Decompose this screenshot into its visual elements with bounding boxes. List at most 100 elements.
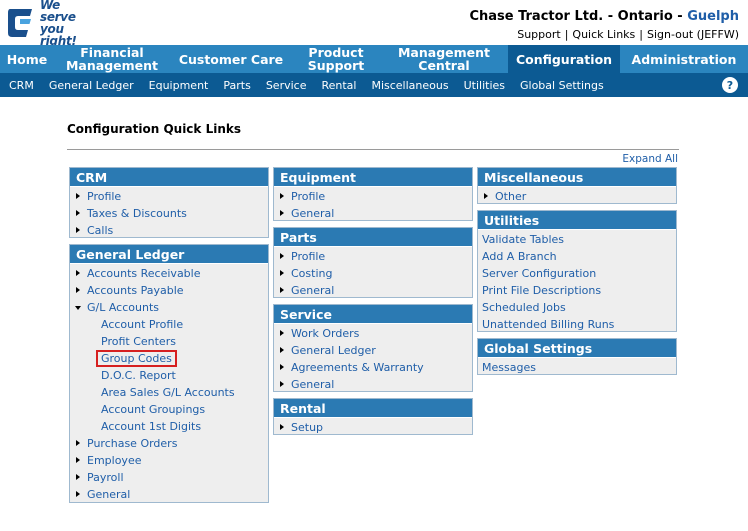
equipment-general-link[interactable]: General (274, 205, 472, 222)
expand-arrow-icon (76, 193, 80, 200)
subnav-utilities[interactable]: Utilities (455, 79, 505, 92)
panel-title: Parts (274, 228, 472, 247)
rental-setup-link[interactable]: Setup (274, 419, 472, 436)
gl-general-link[interactable]: General (70, 486, 268, 503)
server-configuration-link[interactable]: Server Configuration (478, 265, 676, 282)
account-groupings-link[interactable]: Account Groupings (70, 401, 268, 418)
expand-arrow-icon (280, 210, 284, 217)
messages-link[interactable]: Messages (478, 359, 676, 376)
print-file-descriptions-link[interactable]: Print File Descriptions (478, 282, 676, 299)
help-icon[interactable]: ? (722, 77, 738, 93)
link-label: General (87, 488, 131, 501)
gl-employee-link[interactable]: Employee (70, 452, 268, 469)
link-label: Taxes & Discounts (87, 207, 187, 220)
expand-arrow-icon (280, 270, 284, 277)
support-link[interactable]: Support (517, 28, 560, 41)
panel-title: Global Settings (478, 339, 676, 358)
link-label: Calls (87, 224, 114, 237)
profit-centers-link[interactable]: Profit Centers (70, 333, 268, 350)
subnav-parts[interactable]: Parts (214, 79, 250, 92)
sub-nav: CRM General Ledger Equipment Parts Servi… (0, 73, 748, 97)
company-name: Chase Tractor Ltd. - Ontario - (469, 9, 688, 24)
crm-calls-link[interactable]: Calls (70, 222, 268, 239)
crm-taxes-discounts-link[interactable]: Taxes & Discounts (70, 205, 268, 222)
unattended-billing-runs-link[interactable]: Unattended Billing Runs (478, 316, 676, 333)
panel-title: Rental (274, 399, 472, 418)
link-label: Setup (291, 421, 324, 434)
expand-arrow-icon (280, 330, 284, 337)
gl-purchase-orders-link[interactable]: Purchase Orders (70, 435, 268, 452)
quick-links-link[interactable]: Quick Links (572, 28, 635, 41)
service-agreements-warranty-link[interactable]: Agreements & Warranty (274, 359, 472, 376)
subnav-service[interactable]: Service (257, 79, 307, 92)
panel-title: Service (274, 305, 472, 324)
service-work-orders-link[interactable]: Work Orders (274, 325, 472, 342)
gl-accounts-expanded-link[interactable]: G/L Accounts (70, 299, 268, 316)
expand-arrow-icon (280, 253, 284, 260)
expand-arrow-icon (76, 270, 80, 277)
gl-accounts-receivable-link[interactable]: Accounts Receivable (70, 265, 268, 282)
link-label: Other (495, 190, 527, 203)
nav-product-support[interactable]: Product Support (292, 45, 380, 73)
collapse-arrow-icon (75, 305, 82, 310)
company-logo[interactable]: We serve you right! (6, 0, 98, 47)
misc-other-link[interactable]: Other (478, 188, 676, 205)
link-label: Accounts Payable (87, 284, 184, 297)
subnav-miscellaneous[interactable]: Miscellaneous (362, 79, 448, 92)
nav-home[interactable]: Home (0, 45, 54, 73)
group-codes-link[interactable]: Group Codes (96, 350, 177, 367)
panel-equipment: Equipment Profile General (273, 167, 473, 221)
expand-arrow-icon (76, 457, 80, 464)
expand-all-link[interactable]: Expand All (622, 153, 678, 165)
area-sales-gl-accounts-link[interactable]: Area Sales G/L Accounts (70, 384, 268, 401)
link-label: General Ledger (291, 344, 376, 357)
nav-financial-management[interactable]: Financial Management (54, 45, 170, 73)
service-general-ledger-link[interactable]: General Ledger (274, 342, 472, 359)
link-label: Work Orders (291, 327, 360, 340)
expand-arrow-icon (280, 287, 284, 294)
nav-management-central[interactable]: Management Central (380, 45, 508, 73)
equipment-profile-link[interactable]: Profile (274, 188, 472, 205)
gl-accounts-payable-link[interactable]: Accounts Payable (70, 282, 268, 299)
panel-title: Equipment (274, 168, 472, 187)
branch-location-link[interactable]: Guelph (687, 9, 739, 24)
subnav-equipment[interactable]: Equipment (140, 79, 209, 92)
gl-payroll-link[interactable]: Payroll (70, 469, 268, 486)
nav-customer-care[interactable]: Customer Care (170, 45, 292, 73)
expand-arrow-icon (76, 491, 80, 498)
nav-configuration[interactable]: Configuration (508, 45, 620, 73)
validate-tables-link[interactable]: Validate Tables (478, 231, 676, 248)
sign-out-link[interactable]: Sign-out (JEFFW) (647, 28, 739, 41)
parts-general-link[interactable]: General (274, 282, 472, 299)
panel-title: General Ledger (70, 245, 268, 264)
panel-miscellaneous: Miscellaneous Other (477, 167, 677, 204)
panel-crm: CRM Profile Taxes & Discounts Calls (69, 167, 269, 238)
account-profile-link[interactable]: Account Profile (70, 316, 268, 333)
expand-arrow-icon (280, 424, 284, 431)
divider (67, 149, 679, 150)
expand-arrow-icon (484, 193, 488, 200)
scheduled-jobs-link[interactable]: Scheduled Jobs (478, 299, 676, 316)
panel-title: CRM (70, 168, 268, 187)
panel-title: Utilities (478, 211, 676, 230)
subnav-crm[interactable]: CRM (0, 79, 34, 92)
crm-profile-link[interactable]: Profile (70, 188, 268, 205)
add-a-branch-link[interactable]: Add A Branch (478, 248, 676, 265)
parts-profile-link[interactable]: Profile (274, 248, 472, 265)
subnav-general-ledger[interactable]: General Ledger (40, 79, 134, 92)
account-1st-digits-link[interactable]: Account 1st Digits (70, 418, 268, 435)
expand-arrow-icon (280, 347, 284, 354)
link-label: Accounts Receivable (87, 267, 201, 280)
service-general-link[interactable]: General (274, 376, 472, 393)
group-codes-list-item: Group Codes (70, 350, 268, 367)
parts-costing-link[interactable]: Costing (274, 265, 472, 282)
doc-report-link[interactable]: D.O.C. Report (70, 367, 268, 384)
link-label: G/L Accounts (87, 301, 159, 314)
link-label: Costing (291, 267, 333, 280)
nav-administration[interactable]: Administration (620, 45, 748, 73)
subnav-rental[interactable]: Rental (312, 79, 356, 92)
top-links: Support | Quick Links | Sign-out (JEFFW) (517, 28, 739, 41)
subnav-global-settings[interactable]: Global Settings (511, 79, 604, 92)
link-label: General (291, 207, 335, 220)
expand-arrow-icon (280, 193, 284, 200)
